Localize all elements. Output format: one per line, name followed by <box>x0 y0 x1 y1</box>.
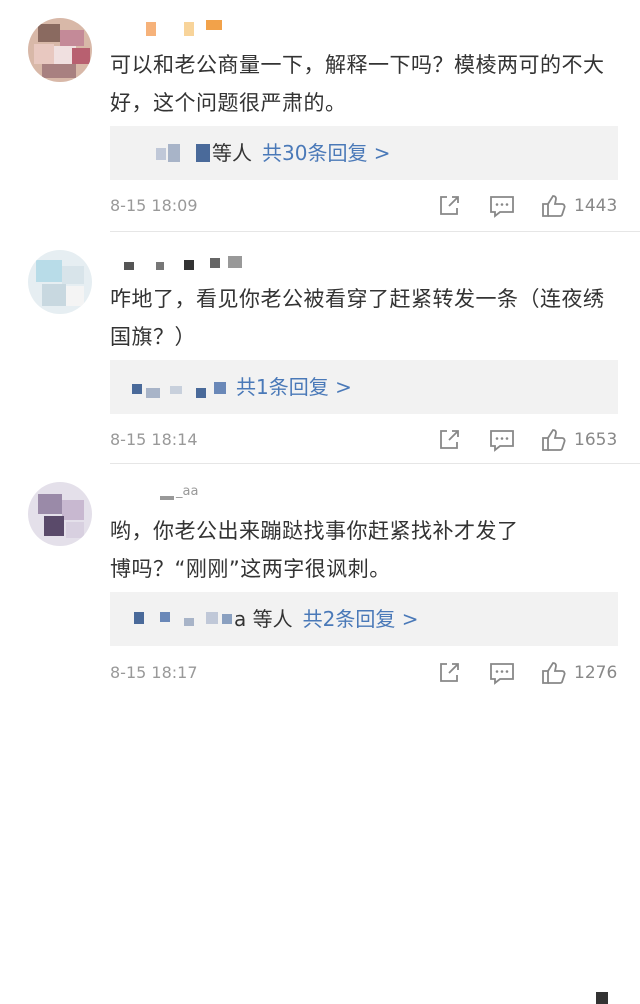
view-replies-link[interactable]: 共2条回复 > <box>303 607 419 631</box>
share-button[interactable] <box>436 660 462 686</box>
comment-meta: 8-15 18:09 1443 <box>110 193 620 219</box>
like-button[interactable]: 1653 <box>540 427 620 453</box>
comment-meta: 8-15 18:17 1276 <box>110 660 620 686</box>
comment-item: 可以和老公商量一下，解释一下吗？模棱两可的不大好，这个问题很严肃的。 等人 共30… <box>0 0 640 232</box>
comment-text-line: 博吗？“刚刚”这两字很讽刺。 <box>110 557 391 581</box>
comment-button[interactable] <box>488 660 516 686</box>
username-fragment: _aa <box>176 484 199 499</box>
username[interactable] <box>110 254 270 276</box>
timestamp: 8-15 18:17 <box>110 663 198 682</box>
timestamp: 8-15 18:09 <box>110 196 198 215</box>
reply-names: a 等人 <box>234 607 293 631</box>
share-icon <box>440 196 459 215</box>
comment-item: 咋地了，看见你老公被看穿了赶紧转发一条（连夜绣国旗？） 共1条回复 > 8-15… <box>0 232 640 464</box>
comment-text: 可以和老公商量一下，解释一下吗？模棱两可的不大好，这个问题很严肃的。 <box>110 53 605 115</box>
avatar[interactable] <box>28 18 92 82</box>
view-replies-link[interactable]: 共1条回复 > <box>236 375 352 399</box>
comment-icon <box>490 430 514 452</box>
share-icon <box>440 430 459 449</box>
comment-button[interactable] <box>488 193 516 219</box>
redaction-block <box>596 992 608 1004</box>
avatar[interactable] <box>28 250 92 314</box>
like-count: 1276 <box>574 663 618 683</box>
comment-icon <box>490 663 514 685</box>
comment-text: 哟，你老公出来蹦跶找事你赶紧找补才发了 博吗？“刚刚”这两字很讽刺。 <box>110 512 610 588</box>
like-count: 1653 <box>574 430 618 450</box>
like-button[interactable]: 1443 <box>540 193 620 219</box>
comment-button[interactable] <box>488 427 516 453</box>
timestamp: 8-15 18:14 <box>110 430 198 449</box>
comment-item: _aa 哟，你老公出来蹦跶找事你赶紧找补才发了 博吗？“刚刚”这两字很讽刺。 a… <box>0 464 640 1004</box>
share-icon <box>440 663 459 682</box>
reply-summary[interactable]: 共1条回复 > <box>110 360 618 414</box>
share-button[interactable] <box>436 193 462 219</box>
like-count: 1443 <box>574 196 618 216</box>
reply-names: 等人 <box>212 141 252 165</box>
comment-text-line: 哟，你老公出来蹦跶找事你赶紧找补才发了 <box>110 519 519 543</box>
comment-meta: 8-15 18:14 1653 <box>110 427 620 453</box>
avatar[interactable] <box>28 482 92 546</box>
share-button[interactable] <box>436 427 462 453</box>
username[interactable] <box>110 20 230 42</box>
username[interactable]: _aa <box>110 484 250 508</box>
like-button[interactable]: 1276 <box>540 660 620 686</box>
comment-icon <box>490 196 514 218</box>
comment-text: 咋地了，看见你老公被看穿了赶紧转发一条（连夜绣国旗？） <box>110 287 605 349</box>
reply-summary[interactable]: 等人 共30条回复 > <box>110 126 618 180</box>
view-replies-link[interactable]: 共30条回复 > <box>262 141 391 165</box>
thumbs-up-icon <box>542 429 566 451</box>
reply-summary[interactable]: a 等人 共2条回复 > <box>110 592 618 646</box>
thumbs-up-icon <box>542 662 566 684</box>
thumbs-up-icon <box>542 195 566 217</box>
